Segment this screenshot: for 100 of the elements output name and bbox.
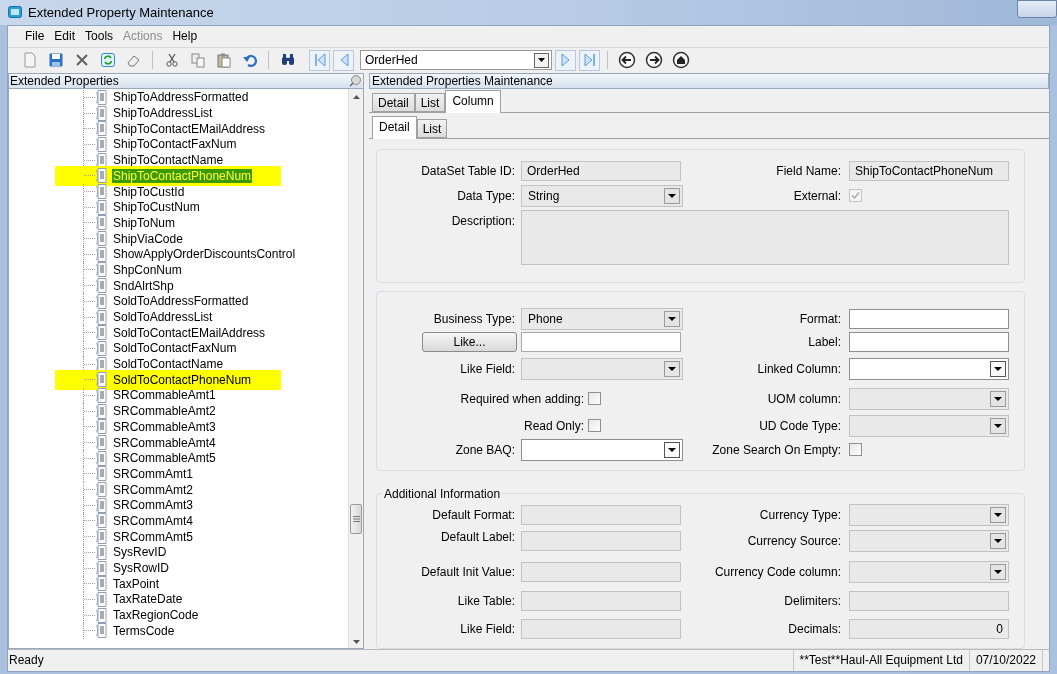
document-icon [95,325,108,341]
menu-item[interactable]: Edit [49,27,81,46]
dropdown-arrow-icon [668,366,676,371]
tree-item[interactable]: SoldToContactEMailAddress [112,325,267,340]
tab[interactable]: Detail [372,92,415,112]
tree-item[interactable]: ShipToContactFaxNum [112,137,238,152]
document-icon [95,529,108,545]
tree-item[interactable]: SRCommAmt2 [112,482,194,497]
document-icon [95,309,108,325]
field-label: Like Field: [460,360,515,378]
field-label: Delimiters: [784,592,841,610]
scroll-down-icon[interactable] [352,639,360,644]
tab[interactable]: List [416,118,448,138]
text-field[interactable] [849,309,1009,330]
tree-item[interactable]: SoldToAddressFormatted [112,294,250,309]
first-record-icon[interactable] [313,53,326,68]
dropdown-arrow-icon [994,538,1002,543]
tab[interactable]: Column [445,89,501,113]
dropdown[interactable] [521,438,683,461]
tree-item[interactable]: TaxRateDate [112,592,184,607]
tree-item[interactable]: SRCommableAmt1 [112,388,217,403]
field-label: Like Table: [457,592,515,610]
field-label: UD Code Type: [759,417,841,435]
scroll-thumb[interactable] [350,503,362,534]
document-icon [95,466,108,482]
field-label: Label: [808,334,841,352]
text-field[interactable] [849,332,1009,353]
checkbox[interactable] [588,419,601,433]
menu-item[interactable]: File [20,27,50,46]
next-record-icon[interactable] [559,53,572,68]
tree-item[interactable]: ShipToAddressFormatted [112,90,250,105]
document-icon [95,105,108,121]
tree-item[interactable]: SRCommableAmt5 [112,451,217,466]
tree-item[interactable]: ShowApplyOrderDiscountsControl [112,247,297,262]
tree-item[interactable]: TermsCode [112,623,176,638]
scroll-up-icon[interactable] [352,94,360,99]
checkbox[interactable] [849,443,862,457]
tree-item[interactable]: ShipToNum [112,215,177,230]
dropdown-arrow-icon [994,569,1002,574]
tree-item[interactable]: SRCommAmt1 [112,466,194,481]
tree-item[interactable]: ShipToContactName [112,153,225,168]
document-icon [95,121,108,137]
undo-icon[interactable] [241,52,258,69]
copy-icon[interactable] [189,52,206,69]
tree-item[interactable]: SoldToContactName [112,357,225,372]
tree-item[interactable]: SndAlrtShp [112,278,175,293]
tree-item[interactable]: ShpConNum [112,262,183,277]
tree-item[interactable]: ShipToAddressList [112,106,214,121]
tree-item[interactable]: SysRowID [112,561,170,575]
status-message: Ready [8,652,45,670]
like-button[interactable]: Like... [422,332,517,353]
tree-item[interactable]: SRCommAmt4 [112,513,194,528]
tree-item[interactable]: ShipToCustNum [112,200,201,215]
minimize-button[interactable] [1017,0,1057,18]
menu-item[interactable]: Tools [80,27,119,46]
document-icon [95,278,108,294]
new-icon[interactable] [21,52,38,69]
tree-item[interactable]: SoldToContactPhoneNum [112,372,253,387]
document-icon [95,199,108,215]
home-icon[interactable] [672,51,690,70]
field-label: Format: [799,311,841,329]
tree-item[interactable]: ShipToCustId [112,184,186,199]
tree-item[interactable]: SRCommableAmt3 [112,419,217,434]
panel-title: Extended Properties [10,72,120,90]
tree-item[interactable]: SRCommableAmt2 [112,404,217,419]
tree-item[interactable]: ShipToContactEMailAddress [112,121,267,136]
tree-item[interactable]: SRCommableAmt4 [112,435,217,450]
save-icon[interactable] [47,52,64,69]
panel-title: Extended Properties Maintenance [372,72,553,90]
menu-item[interactable]: Help [167,27,203,46]
document-icon [95,262,108,278]
tree-item[interactable]: TaxPoint [112,576,161,591]
dropdown[interactable] [849,357,1009,380]
field-label: External: [793,187,841,205]
tree-item[interactable]: SRCommAmt5 [112,529,194,544]
status-company: **Test**Haul-All Equipment Ltd [792,649,969,671]
text-field[interactable] [521,332,681,353]
document-icon [95,419,108,435]
field-label: DataSet Table ID: [421,162,515,180]
tree-item[interactable]: ShipViaCode [112,231,184,246]
tree-item[interactable]: SysRevID [112,545,168,560]
document-icon [95,450,108,466]
tree-item[interactable]: TaxRegionCode [112,608,200,623]
app-icon [8,6,22,19]
field-label: Read Only: [523,417,584,435]
checkbox[interactable] [588,392,601,406]
grip-icon [352,515,360,522]
record-dropdown[interactable]: OrderHed [360,50,552,71]
scrollbar[interactable] [348,88,363,648]
cut-icon[interactable] [163,52,180,69]
tab[interactable]: Detail [372,115,417,139]
last-record-icon[interactable] [583,53,596,68]
tree-item[interactable]: SoldToContactFaxNum [112,341,238,356]
tree-item[interactable]: SoldToAddressList [112,310,214,324]
paste-icon[interactable] [215,52,232,69]
window-title: Extended Property Maintenance [28,3,214,22]
dropdown-arrow-icon [994,512,1002,517]
tab[interactable]: List [414,92,446,112]
tree-item[interactable]: SRCommAmt3 [112,498,194,513]
refresh-icon[interactable] [99,52,116,69]
